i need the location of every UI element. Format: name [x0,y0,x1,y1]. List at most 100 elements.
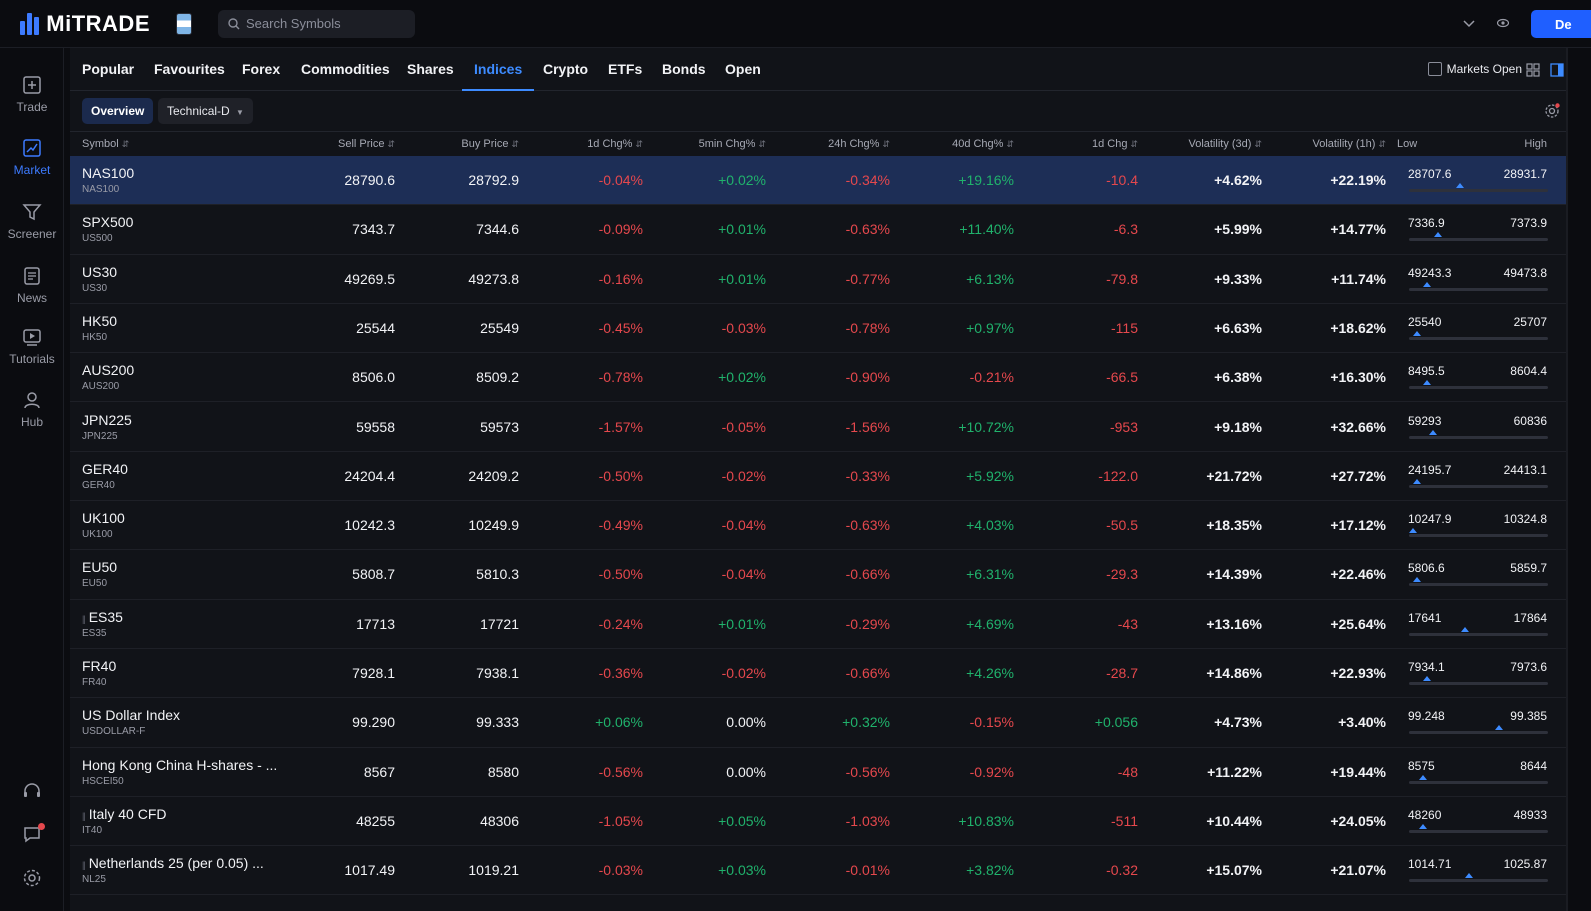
buy-price-cell[interactable]: 25549 [424,304,519,353]
table-row[interactable]: US Dollar Index USDOLLAR-F 99.290 99.333 +0.… [70,698,1568,748]
column-settings-icon[interactable] [1544,103,1560,122]
buy-price-cell[interactable]: 24209.2 [424,452,519,501]
nav-item-screener[interactable]: Screener [0,201,64,241]
overview-button[interactable]: Overview [82,98,154,124]
tab-favourites[interactable]: Favourites [154,48,225,91]
range-low: 7336.9 [1408,216,1445,231]
col-symbol[interactable]: Symbol ⇵ [82,132,129,157]
technical-dropdown[interactable]: Technical-D ▼ [158,98,253,124]
sell-price-cell[interactable]: 28790.6 [300,156,395,205]
table-row[interactable]: || Italy 40 CFD IT40 48255 48306 -1.05% +0.05%… [70,796,1568,847]
buy-price-cell[interactable]: 99.333 [424,698,519,747]
table-row[interactable]: JPN225 JPN225 59558 59573 -1.57% -0.05% -1.56%… [70,402,1568,452]
region-flag-icon[interactable] [176,12,192,35]
table-row[interactable]: || ES35 ES35 17713 17721 -0.24% +0.01% -0.29% +4… [70,599,1568,649]
volatility-3d-cell: +11.22% [1207,763,1262,780]
buy-price-cell[interactable]: 7344.6 [424,205,519,254]
sell-price-cell[interactable]: 1017.49 [300,846,395,895]
sell-price-cell[interactable]: 25544 [300,304,395,353]
tab-open[interactable]: Open [725,48,761,91]
support-headset-icon[interactable] [0,781,64,801]
table-row[interactable]: SPX500 US500 7343.7 7344.6 -0.09% +0.01% -0.63… [70,205,1568,255]
sell-price-cell[interactable]: 7343.7 [300,205,395,254]
tab-indices[interactable]: Indices [462,48,535,91]
col-1d-chg-pct[interactable]: 1d Chg% ⇵ [548,132,643,157]
tab-forex[interactable]: Forex [242,48,280,91]
sell-price-cell[interactable]: 48255 [300,797,395,846]
buy-price-cell[interactable]: 7938.1 [424,649,519,698]
chg-24h-pct-cell: -0.77% [845,270,890,287]
nav-item-tutorials[interactable]: Tutorials [0,326,64,366]
drag-handle-icon[interactable]: || [82,860,86,870]
tab-bonds[interactable]: Bonds [662,48,706,91]
col-40d-chg-pct[interactable]: 40d Chg% ⇵ [919,132,1014,157]
nav-item-market[interactable]: Market [0,137,64,177]
table-row[interactable]: || Netherlands 25 (per 0.05) ... NL25 1017.… [70,846,1568,896]
deposit-button[interactable]: De [1531,10,1591,38]
buy-price-cell[interactable]: 28792.9 [424,156,519,205]
buy-price-cell[interactable]: 59573 [424,403,519,452]
nav-item-trade[interactable]: Trade [0,74,64,114]
markets-open-toggle[interactable]: Markets Open [1427,62,1522,76]
col-sell-price[interactable]: Sell Price ⇵ [300,132,395,157]
buy-price-cell[interactable]: 8509.2 [424,353,519,402]
sell-price-cell[interactable]: 24204.4 [300,452,395,501]
volatility-3d-cell: +10.44% [1206,812,1262,829]
nav-item-news[interactable]: News [0,265,64,305]
col-volatility-1h[interactable]: Volatility (1h) ⇵ [1276,132,1386,157]
buy-price-cell[interactable]: 1019.21 [424,846,519,895]
sell-price-cell[interactable]: 99.290 [300,698,395,747]
tab-popular[interactable]: Popular [82,48,134,91]
sell-price-cell[interactable]: 8567 [300,748,395,797]
table-row[interactable]: UK100 UK100 10242.3 10249.9 -0.49% -0.04% -0.6… [70,501,1568,551]
col-5min-chg-pct[interactable]: 5min Chg% ⇵ [671,132,766,157]
chg-40d-pct-cell: +3.82% [966,862,1014,879]
settings-gear-icon[interactable] [0,868,64,888]
buy-price-cell[interactable]: 17721 [424,600,519,649]
buy-price-cell[interactable]: 48306 [424,797,519,846]
sell-price-cell[interactable]: 5808.7 [300,550,395,599]
search-input[interactable]: Search Symbols [218,9,415,38]
sell-price-cell[interactable]: 8506.0 [300,353,395,402]
buy-price-cell[interactable]: 10249.9 [424,501,519,550]
sell-price-cell[interactable]: 49269.5 [300,255,395,304]
col-24h-chg-pct[interactable]: 24h Chg% ⇵ [795,132,890,157]
scrollbar[interactable] [1566,48,1568,911]
tab-crypto[interactable]: Crypto [543,48,588,91]
grid-view-icon[interactable] [1526,63,1540,80]
symbol-name: UK100 [82,510,125,526]
table-row[interactable]: GER40 GER40 24204.4 24209.2 -0.50% -0.02% -0.3… [70,451,1568,502]
sort-icon: ⇵ [635,139,643,149]
tab-etfs[interactable]: ETFs [608,48,642,91]
sell-price-cell[interactable]: 10242.3 [300,501,395,550]
panel-view-icon[interactable] [1550,63,1564,80]
table-row[interactable]: FR40 FR40 7928.1 7938.1 -0.36% -0.02% -0.66% +4… [70,649,1568,699]
symbol-code: AUS200 [82,381,120,393]
sell-price-cell[interactable]: 7928.1 [300,649,395,698]
markets-open-checkbox[interactable] [1427,62,1442,76]
table-row[interactable]: EU50 EU50 5808.7 5810.3 -0.50% -0.04% -0.66% +6… [70,550,1568,600]
drag-handle-icon[interactable]: || [82,811,86,821]
drag-handle-icon[interactable]: || [82,614,86,624]
table-row[interactable]: US30 US30 49269.5 49273.8 -0.16% +0.01% -0.77%… [70,254,1568,304]
sell-price-cell[interactable]: 59558 [300,403,395,452]
volatility-1h-cell: +17.12% [1330,517,1386,534]
col-volatility-3d[interactable]: Volatility (3d) ⇵ [1152,132,1262,157]
sell-price-cell[interactable]: 17713 [300,600,395,649]
buy-price-cell[interactable]: 8580 [424,748,519,797]
chevron-down-icon[interactable] [1463,17,1475,31]
buy-price-cell[interactable]: 49273.8 [424,255,519,304]
buy-price-cell[interactable]: 5810.3 [424,550,519,599]
tab-commodities[interactable]: Commodities [301,48,390,91]
tab-shares[interactable]: Shares [407,48,454,91]
eye-icon[interactable] [1496,17,1510,31]
table-row[interactable]: NAS100 NAS100 28790.6 28792.9 -0.04% +0.02% -0… [70,156,1568,206]
nav-item-hub[interactable]: Hub [0,389,64,429]
col-buy-price[interactable]: Buy Price ⇵ [424,132,519,157]
chat-icon[interactable] [0,823,64,844]
table-row[interactable]: HK50 HK50 25544 25549 -0.45% -0.03% -0.78% +0.9… [70,303,1568,354]
table-row[interactable]: AUS200 AUS200 8506.0 8509.2 -0.78% +0.02% -0.9… [70,353,1568,403]
logo[interactable]: MiTRADE [20,11,150,37]
col-1d-chg[interactable]: 1d Chg ⇵ [1043,132,1138,157]
table-row[interactable]: Hong Kong China H-shares - ... HSCEI50 856… [70,747,1568,797]
